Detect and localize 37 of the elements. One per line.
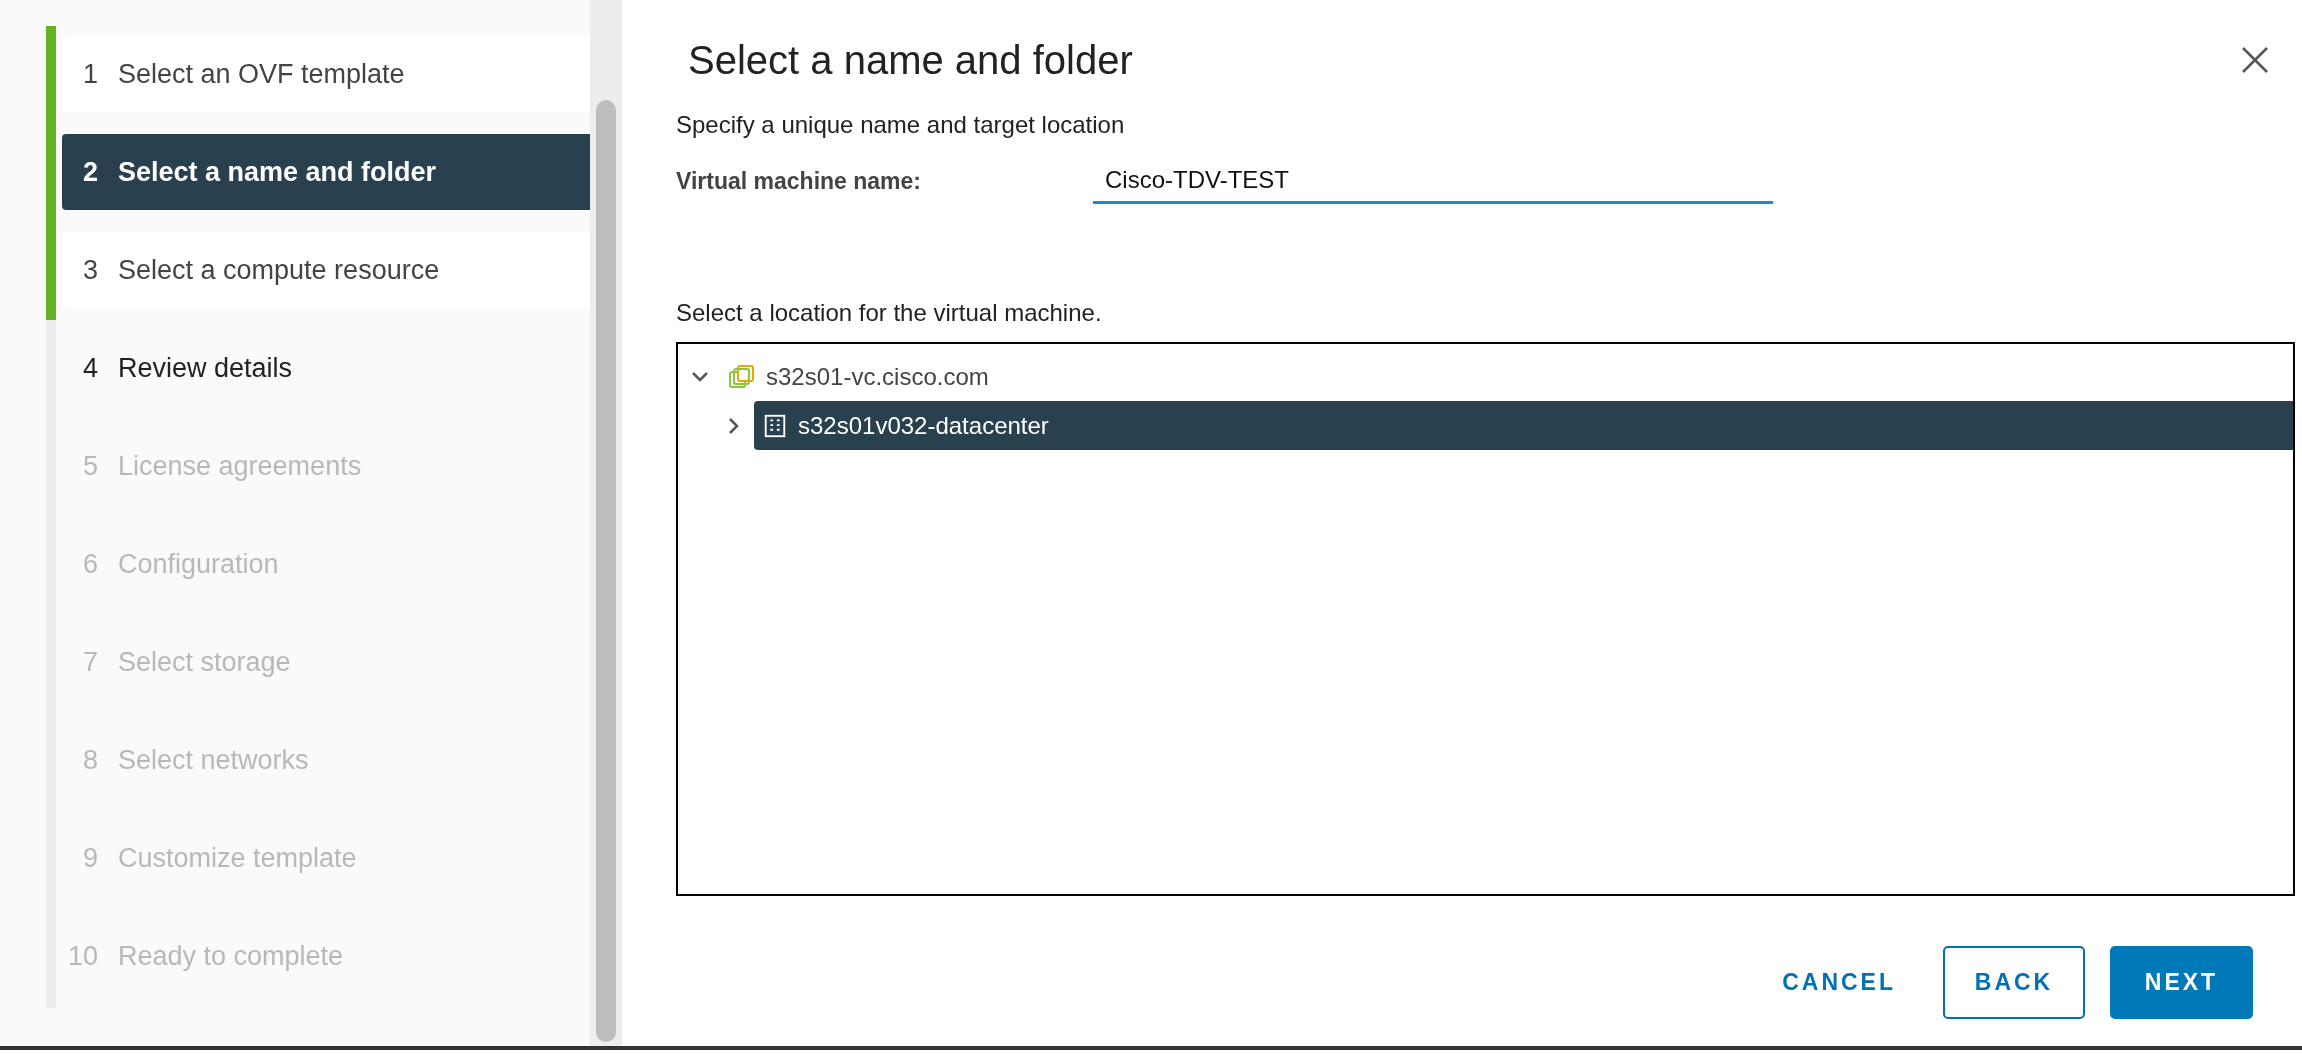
step-number: 7 <box>81 645 99 679</box>
vcenter-icon <box>728 362 756 391</box>
tree-node[interactable]: s32s01-vc.cisco.com <box>720 352 2293 401</box>
step-label: Configuration <box>118 547 279 581</box>
step-label: Review details <box>118 351 293 385</box>
step-number: 9 <box>81 841 99 875</box>
scrollbar-thumb[interactable] <box>596 100 616 1042</box>
tree-node[interactable]: s32s01v032-datacenter <box>754 401 2293 450</box>
step-label: Select a name and folder <box>118 155 437 189</box>
step-label: Select an OVF template <box>118 57 405 91</box>
dialog-subtitle: Specify a unique name and target location <box>676 110 1126 140</box>
dialog-title: Select a name and folder <box>687 37 1133 84</box>
step-number: 8 <box>81 743 99 777</box>
wizard-step[interactable]: 2 Select a name and folder <box>62 134 590 210</box>
step-label: Customize template <box>118 841 357 875</box>
step-number: 10 <box>66 939 99 973</box>
dialog-button[interactable]: CANCEL <box>1760 946 1918 1019</box>
step-number: 2 <box>81 155 99 189</box>
building-icon <box>762 412 788 439</box>
step-number: 4 <box>81 351 99 385</box>
step-label: Select storage <box>118 645 291 679</box>
step-number: 5 <box>81 449 99 483</box>
location-label: Select a location for the virtual machine. <box>676 298 1103 328</box>
step-label: License agreements <box>118 449 362 483</box>
step-number: 3 <box>81 253 99 287</box>
wizard-step[interactable]: 1 Select an OVF template <box>62 36 590 112</box>
field-label: Virtual machine name: <box>676 166 922 196</box>
dialog-button[interactable]: NEXT <box>2110 946 2253 1019</box>
dialog-button[interactable]: BACK <box>1943 946 2085 1019</box>
step-label: Ready to complete <box>118 939 344 973</box>
wizard-step[interactable]: 3 Select a compute resource <box>62 232 590 308</box>
wizard-step[interactable]: 4 Review details <box>62 330 590 406</box>
step-number: 1 <box>81 57 99 91</box>
step-number: 6 <box>81 547 99 581</box>
vm-name-input[interactable]: Cisco-TDV-TEST <box>1093 158 1773 204</box>
step-label: Select a compute resource <box>118 253 440 287</box>
step-label: Select networks <box>118 743 309 777</box>
